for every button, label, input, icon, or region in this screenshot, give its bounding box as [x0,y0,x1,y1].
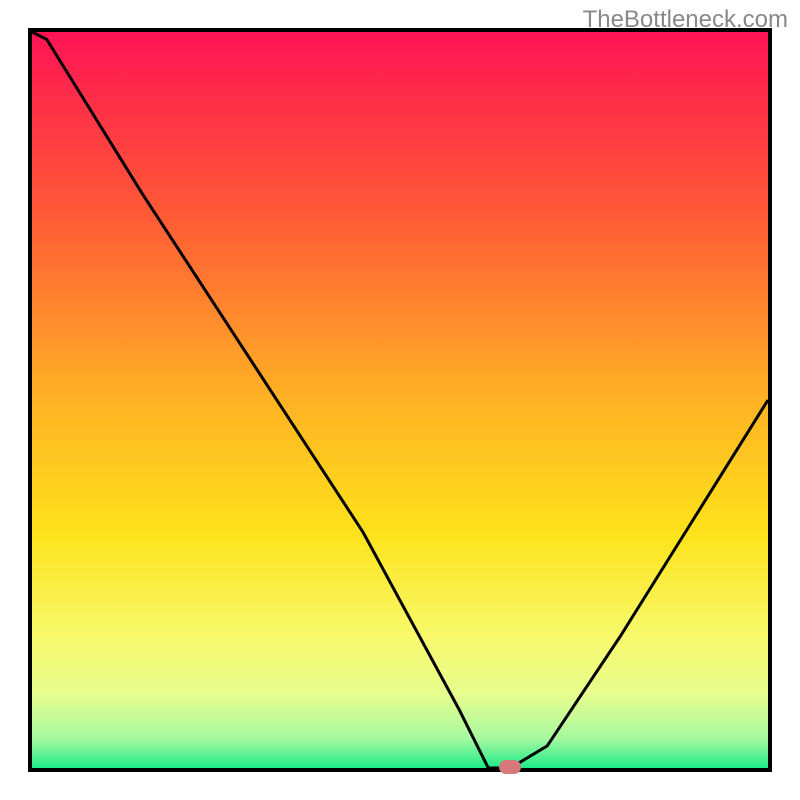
bottleneck-curve [32,32,768,768]
chart-plot-area [28,28,772,772]
chart-line-layer [32,32,768,768]
watermark-text: TheBottleneck.com [583,6,788,34]
marker-point [499,760,521,774]
